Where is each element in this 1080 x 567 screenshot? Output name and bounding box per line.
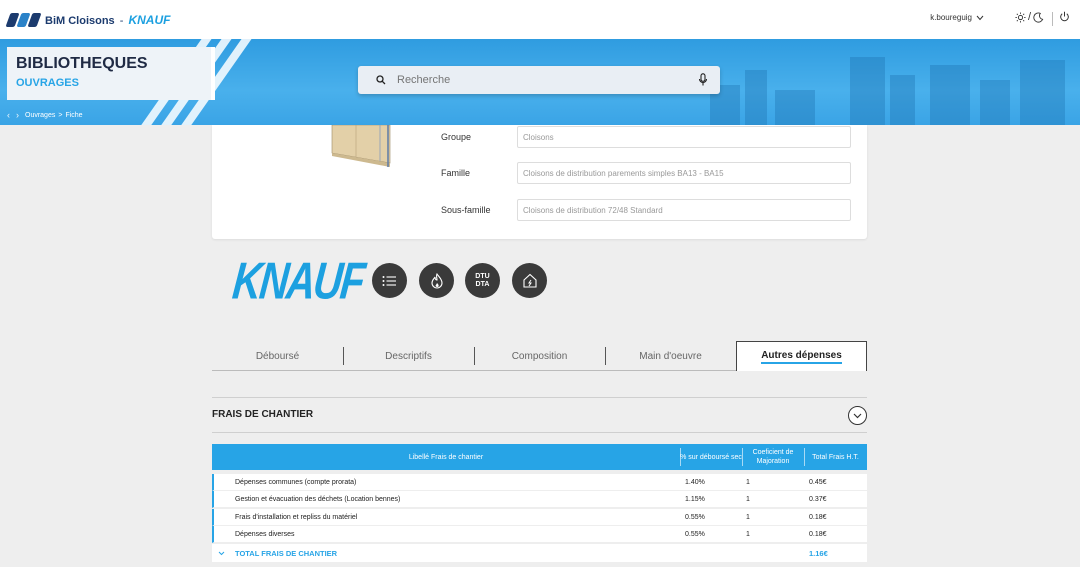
moon-icon[interactable]: [1033, 12, 1044, 23]
fire-button[interactable]: [419, 263, 454, 298]
row-total: 0.37€: [809, 496, 827, 503]
field-value: Cloisons de distribution parements simpl…: [517, 162, 851, 184]
tab-descriptifs[interactable]: Descriptifs: [343, 341, 474, 371]
chevron-down-icon: [976, 15, 984, 20]
section-divider: [212, 397, 867, 398]
table-row[interactable]: Dépenses communes (compte prorata) 1.40%…: [212, 474, 867, 491]
tab-label: Composition: [511, 350, 568, 362]
section-divider: [212, 432, 867, 433]
header-divider: [1052, 12, 1053, 26]
row-label: Dépenses communes (compte prorata): [235, 479, 357, 486]
username: k.boureguig: [930, 13, 972, 22]
table-total-row[interactable]: TOTAL FRAIS DE CHANTIER 1.16€: [212, 544, 867, 562]
collapse-button[interactable]: [848, 406, 867, 425]
dtu-dta-icon: DTU DTA: [475, 273, 489, 289]
tab-debourse[interactable]: Déboursé: [212, 341, 343, 371]
breadcrumb-item-fiche: Fiche: [65, 111, 83, 119]
field-label: Famille: [441, 168, 471, 178]
search-icon[interactable]: [376, 75, 386, 85]
search-bar: [358, 66, 720, 94]
house-button[interactable]: [512, 263, 547, 298]
row-coef: 1: [746, 496, 750, 503]
fire-icon: [430, 272, 443, 288]
top-bar: BiM Cloisons - KNAUF k.boureguig /: [0, 0, 1080, 39]
row-coef: 1: [746, 514, 750, 521]
tab-autres-depenses[interactable]: Autres dépenses: [736, 341, 867, 371]
microphone-icon[interactable]: [698, 73, 708, 87]
row-percent: 1.40%: [685, 479, 705, 486]
field-label: Groupe: [441, 132, 472, 142]
list-button[interactable]: [372, 263, 407, 298]
total-label: TOTAL FRAIS DE CHANTIER: [235, 548, 338, 558]
logo-separator: -: [119, 14, 124, 27]
logout-button[interactable]: [1059, 11, 1070, 25]
forward-arrow-icon[interactable]: ›: [16, 110, 19, 120]
row-total: 0.45€: [809, 479, 827, 486]
column-header-label[interactable]: Libellé Frais de chantier: [212, 444, 680, 470]
table-row[interactable]: Frais d'installation et repliss du matér…: [212, 509, 867, 526]
dtu-dta-button[interactable]: DTU DTA: [465, 263, 500, 298]
product-image: [331, 125, 391, 167]
logo-mark-icon: [5, 12, 42, 27]
column-header-total[interactable]: Total Frais H.T.: [804, 444, 867, 470]
total-expand-toggle[interactable]: [218, 544, 225, 562]
page-title: BIBLIOTHEQUES: [16, 55, 148, 72]
field-sous-famille: Sous-famille Cloisons de distribution 72…: [441, 199, 851, 221]
row-percent: 0.55%: [685, 514, 705, 521]
table-row[interactable]: Gestion et évacuation des déchets (Locat…: [212, 491, 867, 508]
field-value: Cloisons: [517, 126, 851, 148]
app-logo[interactable]: BiM Cloisons - KNAUF: [5, 12, 171, 27]
knauf-logo: KNAUF: [229, 253, 366, 311]
field-groupe: Groupe Cloisons: [441, 126, 851, 148]
row-total: 0.18€: [809, 514, 827, 521]
tab-label: Déboursé: [255, 350, 300, 362]
breadcrumb: ‹ › Ouvrages > Fiche: [7, 110, 83, 120]
search-input[interactable]: [397, 74, 667, 86]
field-famille: Famille Cloisons de distribution paremen…: [441, 162, 851, 184]
tab-composition[interactable]: Composition: [474, 341, 605, 371]
table-header: Libellé Frais de chantier % sur déboursé…: [212, 444, 867, 470]
sun-icon[interactable]: [1015, 11, 1026, 23]
power-icon: [1060, 11, 1069, 22]
row-percent: 1.15%: [685, 496, 705, 503]
chevron-down-icon: [218, 551, 225, 555]
dtu-label: DTU: [475, 272, 490, 280]
chevron-down-icon: [853, 413, 862, 418]
column-header-percent[interactable]: % sur déboursé sec: [680, 444, 742, 470]
row-coef: 1: [746, 479, 750, 486]
logo-text: BiM Cloisons: [45, 14, 115, 27]
field-value: Cloisons de distribution 72/48 Standard: [517, 199, 851, 221]
theme-separator: /: [1027, 11, 1031, 23]
list-icon: [382, 275, 396, 286]
theme-toggle: /: [1015, 11, 1044, 23]
user-menu[interactable]: k.boureguig: [930, 13, 984, 22]
logo-brand: KNAUF: [128, 12, 171, 27]
tab-main-oeuvre[interactable]: Main d'oeuvre: [605, 341, 736, 371]
product-info-card: Groupe Cloisons Famille Cloisons de dist…: [212, 125, 867, 239]
skyline-decoration: [700, 55, 1080, 125]
breadcrumb-item-ouvrages[interactable]: Ouvrages: [25, 112, 55, 119]
dta-label: DTA: [475, 280, 490, 288]
row-coef: 1: [746, 531, 750, 538]
section-title: FRAIS DE CHANTIER: [212, 409, 314, 420]
row-label: Gestion et évacuation des déchets (Locat…: [235, 496, 401, 503]
row-total: 0.18€: [809, 531, 827, 538]
breadcrumb-separator: >: [58, 111, 63, 119]
house-icon: [522, 273, 537, 288]
back-arrow-icon[interactable]: ‹: [7, 110, 10, 120]
page-title-box: BIBLIOTHEQUES OUVRAGES: [7, 47, 215, 100]
tab-label: Main d'oeuvre: [639, 350, 702, 362]
row-label: Frais d'installation et repliss du matér…: [235, 514, 358, 521]
row-label: Dépenses diverses: [235, 531, 295, 538]
column-header-coef[interactable]: Coeficient de Majoration: [742, 444, 804, 470]
tab-label: Autres dépenses: [761, 350, 842, 364]
page-banner: BIBLIOTHEQUES OUVRAGES ‹ › Ouvrages > Fi…: [0, 39, 1080, 125]
field-label: Sous-famille: [441, 205, 491, 215]
row-percent: 0.55%: [685, 531, 705, 538]
total-value: 1.16€: [809, 548, 828, 558]
page-subtitle: OUVRAGES: [16, 77, 79, 89]
tab-label: Descriptifs: [385, 350, 432, 362]
table-row[interactable]: Dépenses diverses 0.55% 1 0.18€: [212, 526, 867, 543]
